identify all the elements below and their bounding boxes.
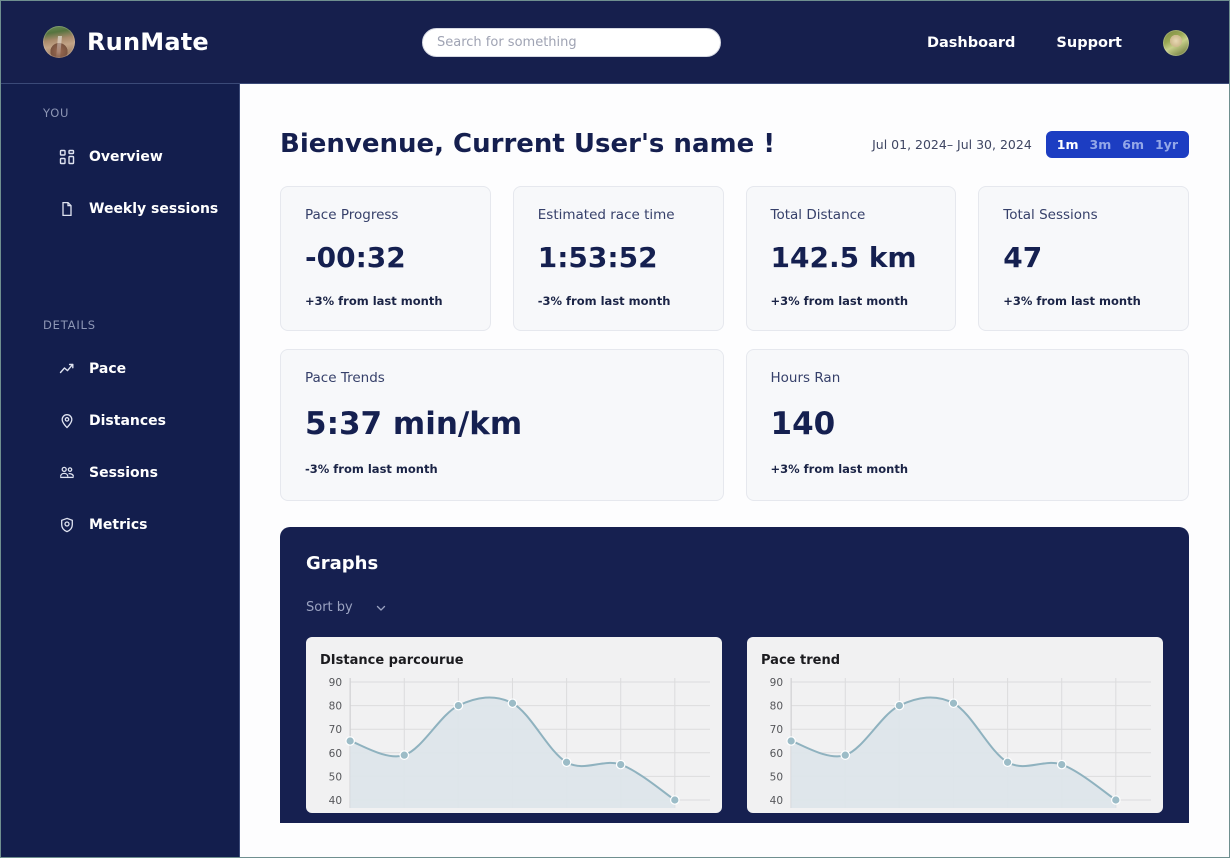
sort-by-dropdown[interactable]: Sort by bbox=[306, 600, 387, 615]
graphs-panel: Graphs Sort by DIstance parcourue 90 80 70… bbox=[280, 527, 1189, 823]
stat-value: 140 bbox=[770, 406, 836, 442]
stat-card-total-sessions: Total Sessions 47 +3% from last month bbox=[978, 186, 1189, 331]
chart-title: DIstance parcourue bbox=[320, 653, 464, 668]
page-title: Bienvenue, Current User's name ! bbox=[280, 129, 776, 159]
stat-label: Pace Trends bbox=[305, 370, 385, 386]
sidebar-item-distances[interactable]: Distances bbox=[1, 404, 239, 438]
user-avatar-photo-icon[interactable] bbox=[1163, 29, 1189, 56]
chart-card-pace-trend: Pace trend 90 80 70 60 50 40 bbox=[747, 637, 1163, 813]
stat-card-estimated-race-time: Estimated race time 1:53:52 -3% from las… bbox=[512, 186, 724, 331]
svg-text:70: 70 bbox=[770, 724, 783, 736]
chart-distance-parcourue[interactable]: 90 80 70 60 50 40 bbox=[320, 676, 712, 808]
nav-link-support[interactable]: Support bbox=[1056, 35, 1122, 51]
stat-delta: -3% from last month bbox=[305, 462, 438, 476]
sidebar-item-metrics[interactable]: Metrics bbox=[1, 508, 239, 542]
stat-card-pace-progress: Pace Progress -00:32 +3% from last month bbox=[280, 186, 491, 331]
stat-delta: +3% from last month bbox=[1003, 294, 1141, 308]
stat-value: 1:53:52 bbox=[537, 241, 658, 274]
page-header: Bienvenue, Current User's name ! Jul 01,… bbox=[240, 84, 1229, 159]
search-container bbox=[422, 28, 721, 57]
chart-card-distance-parcourue: DIstance parcourue 90 80 70 60 50 40 bbox=[306, 637, 722, 813]
stat-delta: -3% from last month bbox=[537, 294, 671, 308]
stat-label: Total Sessions bbox=[1003, 207, 1098, 223]
sidebar-item-label: Overview bbox=[89, 149, 163, 165]
brand[interactable]: RunMate bbox=[43, 26, 209, 58]
stat-value: -00:32 bbox=[305, 241, 406, 274]
stat-delta: +3% from last month bbox=[770, 462, 909, 476]
svg-text:40: 40 bbox=[770, 795, 783, 807]
running-track-photo-logo-icon bbox=[43, 26, 75, 58]
sidebar-item-label: Metrics bbox=[89, 517, 148, 533]
svg-text:50: 50 bbox=[770, 771, 783, 783]
sidebar-item-overview[interactable]: Overview bbox=[1, 140, 239, 174]
trending-up-icon bbox=[59, 361, 75, 377]
main-content: Bienvenue, Current User's name ! Jul 01,… bbox=[240, 84, 1229, 857]
svg-text:40: 40 bbox=[329, 795, 342, 807]
sort-by-label: Sort by bbox=[306, 600, 353, 615]
graphs-title: Graphs bbox=[306, 553, 379, 574]
sidebar-item-label: Sessions bbox=[89, 465, 158, 481]
svg-text:60: 60 bbox=[770, 748, 783, 760]
date-range-text: Jul 01, 2024– Jul 30, 2024 bbox=[872, 136, 1032, 152]
stat-label: Hours Ran bbox=[770, 370, 841, 386]
stat-label: Total Distance bbox=[770, 207, 866, 223]
sidebar-item-label: Pace bbox=[89, 361, 127, 377]
chart-pace-trend[interactable]: 90 80 70 60 50 40 bbox=[761, 676, 1153, 808]
search-input[interactable] bbox=[422, 28, 721, 57]
file-icon bbox=[59, 201, 75, 217]
sidebar-group-details: DETAILS bbox=[43, 318, 96, 332]
sidebar-item-weekly-sessions[interactable]: Weekly sessions bbox=[1, 192, 239, 226]
chart-title: Pace trend bbox=[761, 653, 841, 668]
date-range-control: Jul 01, 2024– Jul 30, 2024 1m 3m 6m 1yr bbox=[872, 130, 1189, 158]
stat-label: Pace Progress bbox=[305, 207, 399, 223]
stat-delta: +3% from last month bbox=[770, 294, 909, 308]
svg-text:80: 80 bbox=[770, 701, 783, 713]
stat-value: 5:37 min/km bbox=[305, 406, 523, 442]
svg-text:90: 90 bbox=[770, 677, 783, 689]
stat-delta: +3% from last month bbox=[305, 294, 443, 308]
sidebar-item-label: Distances bbox=[89, 413, 166, 429]
svg-text:60: 60 bbox=[329, 748, 342, 760]
svg-text:50: 50 bbox=[329, 771, 342, 783]
charts-row: DIstance parcourue 90 80 70 60 50 40 Pace tre… bbox=[306, 637, 1163, 813]
sidebar-item-sessions[interactable]: Sessions bbox=[1, 456, 239, 490]
map-pin-icon bbox=[59, 413, 75, 429]
range-option-6m[interactable]: 6m bbox=[1122, 137, 1144, 152]
app-window: RunMate Dashboard Support YOU Overview bbox=[0, 0, 1230, 858]
shield-check-icon bbox=[59, 517, 75, 533]
stat-value: 47 bbox=[1003, 241, 1043, 274]
stat-cards-row-1: Pace Progress -00:32 +3% from last month… bbox=[240, 186, 1229, 331]
range-selector[interactable]: 1m 3m 6m 1yr bbox=[1045, 130, 1189, 158]
users-icon bbox=[59, 465, 75, 481]
nav-link-dashboard[interactable]: Dashboard bbox=[927, 35, 1015, 51]
range-option-3m[interactable]: 3m bbox=[1090, 137, 1112, 152]
stat-value: 142.5 km bbox=[770, 241, 917, 274]
range-option-1yr[interactable]: 1yr bbox=[1155, 137, 1178, 152]
sidebar-group-you: YOU bbox=[43, 106, 70, 120]
stat-cards-row-2: Pace Trends 5:37 min/km -3% from last mo… bbox=[240, 349, 1229, 501]
svg-text:70: 70 bbox=[329, 724, 342, 736]
stat-card-total-distance: Total Distance 142.5 km +3% from last mo… bbox=[745, 186, 957, 331]
sidebar-item-pace[interactable]: Pace bbox=[1, 352, 239, 386]
svg-text:80: 80 bbox=[329, 701, 342, 713]
range-option-1m[interactable]: 1m bbox=[1057, 137, 1079, 152]
stat-card-pace-trends: Pace Trends 5:37 min/km -3% from last mo… bbox=[280, 349, 724, 501]
sidebar: YOU Overview Weekly sessions DETAILS Pac… bbox=[1, 84, 240, 857]
grid-icon bbox=[59, 149, 75, 165]
chevron-down-icon bbox=[375, 602, 387, 614]
sidebar-item-label: Weekly sessions bbox=[89, 201, 219, 217]
stat-label: Estimated race time bbox=[537, 207, 675, 223]
header-nav: Dashboard Support bbox=[927, 1, 1189, 84]
stat-card-hours-ran: Hours Ran 140 +3% from last month bbox=[745, 349, 1189, 501]
svg-text:90: 90 bbox=[329, 677, 342, 689]
brand-name: RunMate bbox=[87, 28, 209, 56]
top-header: RunMate Dashboard Support bbox=[1, 1, 1229, 84]
